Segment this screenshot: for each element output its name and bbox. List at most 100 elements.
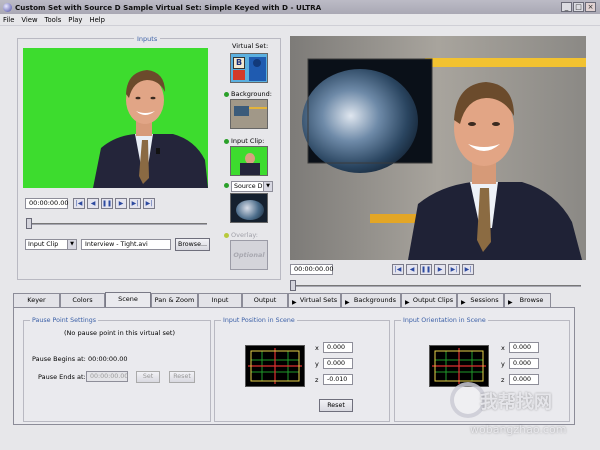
pause-reset-button[interactable]: Reset xyxy=(169,371,195,383)
inputs-panel-title: Inputs xyxy=(134,35,161,43)
presenter-image xyxy=(23,48,208,188)
virtual-set-thumbnail[interactable]: B xyxy=(230,53,268,83)
input-clip-thumbnail[interactable] xyxy=(230,146,268,176)
pause-point-title: Pause Point Settings xyxy=(30,317,98,324)
position-grid xyxy=(248,348,302,384)
input-skip-end-button[interactable]: ▶| xyxy=(143,198,155,209)
tab-browse-label: Browse xyxy=(519,296,544,304)
vs-logo: B xyxy=(233,57,245,69)
input-source-select[interactable]: Input Clip ▼ xyxy=(25,239,77,250)
watermark-url: wobangzhao.com xyxy=(470,423,567,436)
output-scrub-track[interactable] xyxy=(291,285,581,287)
tab-colors[interactable]: Colors xyxy=(60,293,105,307)
input-clip-label: Input Clip: xyxy=(224,137,264,145)
input-timecode[interactable]: 00:00:00.00 xyxy=(25,198,69,209)
output-skip-end-button[interactable]: ▶| xyxy=(462,264,474,275)
input-step-back-button[interactable]: ◀ xyxy=(87,198,99,209)
tab-output[interactable]: Output xyxy=(242,293,288,307)
input-scrub-track[interactable] xyxy=(27,223,207,225)
pause-begins-value: 00:00:00.00 xyxy=(88,355,128,363)
input-clip-label-text: Input Clip: xyxy=(231,137,265,145)
position-y-label: y xyxy=(315,360,319,368)
pause-ends-field[interactable]: 00:00:00.00 xyxy=(86,371,128,382)
orientation-grid-control[interactable] xyxy=(429,345,489,387)
pause-begins-label: Pause Begins at: xyxy=(32,355,86,363)
window-title: Custom Set with Source D Sample Virtual … xyxy=(15,2,322,12)
pause-point-group: Pause Point Settings (No pause point in … xyxy=(23,317,211,422)
tab-input[interactable]: Input xyxy=(198,293,242,307)
tab-browse[interactable]: ▶ Browse xyxy=(504,293,551,307)
orientation-y-field[interactable]: 0.000 xyxy=(509,358,539,369)
position-x-field[interactable]: 0.000 xyxy=(323,342,353,353)
clip-filename-field[interactable]: Interview - Tight.avi xyxy=(81,239,171,250)
position-reset-button[interactable]: Reset xyxy=(319,399,353,412)
input-step-forward-button[interactable]: ▶| xyxy=(129,198,141,209)
orientation-z-field[interactable]: 0.000 xyxy=(509,374,539,385)
tab-scene[interactable]: Scene xyxy=(105,292,151,307)
pause-point-message: (No pause point in this virtual set) xyxy=(64,329,176,337)
output-timecode[interactable]: 00:00:00.00 xyxy=(290,264,334,275)
output-skip-start-button[interactable]: |◀ xyxy=(392,264,404,275)
position-y-field[interactable]: 0.000 xyxy=(323,358,353,369)
output-pause-button[interactable]: ❚❚ xyxy=(420,264,432,275)
tab-virtual-sets-label: Virtual Sets xyxy=(299,296,338,304)
input-clip-thumb-body xyxy=(240,163,260,175)
position-z-field[interactable]: -0.010 xyxy=(323,374,353,385)
menu-help[interactable]: Help xyxy=(89,16,105,24)
side-source-value: Source D xyxy=(234,183,263,190)
input-clip-status-dot xyxy=(224,138,229,144)
source-d-thumbnail[interactable] xyxy=(230,193,268,223)
tab-sessions[interactable]: ▶ Sessions xyxy=(457,293,504,307)
menu-play[interactable]: Play xyxy=(68,16,82,24)
chevron-down-icon: ▼ xyxy=(263,182,272,191)
side-source-select[interactable]: Source D ▼ xyxy=(231,181,273,192)
minimize-button[interactable]: _ xyxy=(561,2,572,12)
input-scrub-thumb[interactable] xyxy=(26,218,32,229)
orientation-x-field[interactable]: 0.000 xyxy=(509,342,539,353)
tab-backgrounds[interactable]: ▶ Backgrounds xyxy=(341,293,401,307)
title-bar: Custom Set with Source D Sample Virtual … xyxy=(0,0,600,14)
position-grid-control[interactable] xyxy=(245,345,305,387)
tab-keyer[interactable]: Keyer xyxy=(13,293,60,307)
input-skip-start-button[interactable]: |◀ xyxy=(73,198,85,209)
tab-sessions-label: Sessions xyxy=(470,296,499,304)
maximize-button[interactable]: □ xyxy=(573,2,584,12)
orientation-z-label: z xyxy=(501,376,505,384)
tab-virtual-sets[interactable]: ▶ Virtual Sets xyxy=(288,293,341,307)
tab-backgrounds-label: Backgrounds xyxy=(353,296,397,304)
pause-ends-label: Pause Ends at: xyxy=(38,373,86,381)
output-preview xyxy=(290,36,586,260)
tab-output-clips-label: Output Clips xyxy=(412,296,454,304)
orientation-x-label: x xyxy=(501,344,505,352)
background-thumb-earth xyxy=(234,106,249,116)
input-pause-button[interactable]: ❚❚ xyxy=(101,198,113,209)
vs-block xyxy=(233,70,245,80)
menu-view[interactable]: View xyxy=(21,16,37,24)
menu-file[interactable]: File xyxy=(3,16,14,24)
output-play-button[interactable]: ▶ xyxy=(434,264,446,275)
tab-output-clips[interactable]: ▶ Output Clips xyxy=(401,293,457,307)
menu-tools[interactable]: Tools xyxy=(45,16,62,24)
close-button[interactable]: × xyxy=(585,2,596,12)
tab-pan-zoom[interactable]: Pan & Zoom xyxy=(151,293,198,307)
source-status-dot xyxy=(224,183,229,188)
background-thumbnail[interactable] xyxy=(230,99,268,129)
composite-scene-image xyxy=(290,36,586,260)
vs-figure-head xyxy=(253,59,261,67)
browse-button[interactable]: Browse... xyxy=(175,238,210,251)
vs-figure xyxy=(249,57,266,81)
background-label: Background: xyxy=(224,90,272,98)
background-thumb-bar xyxy=(249,107,267,109)
background-status-dot xyxy=(224,91,229,97)
overlay-optional-slot[interactable]: Optional xyxy=(230,240,268,270)
overlay-label-text: Overlay: xyxy=(231,231,258,239)
input-play-button[interactable]: ▶ xyxy=(115,198,127,209)
output-step-forward-button[interactable]: ▶| xyxy=(448,264,460,275)
source-d-thumb-earth xyxy=(236,200,264,220)
pause-set-button[interactable]: Set xyxy=(136,371,160,383)
overlay-label: Overlay: xyxy=(224,231,258,239)
orientation-grid xyxy=(432,348,486,384)
output-step-back-button[interactable]: ◀ xyxy=(406,264,418,275)
output-scrub-thumb[interactable] xyxy=(290,280,296,291)
watermark-brand: 我帮找网 xyxy=(480,392,552,413)
